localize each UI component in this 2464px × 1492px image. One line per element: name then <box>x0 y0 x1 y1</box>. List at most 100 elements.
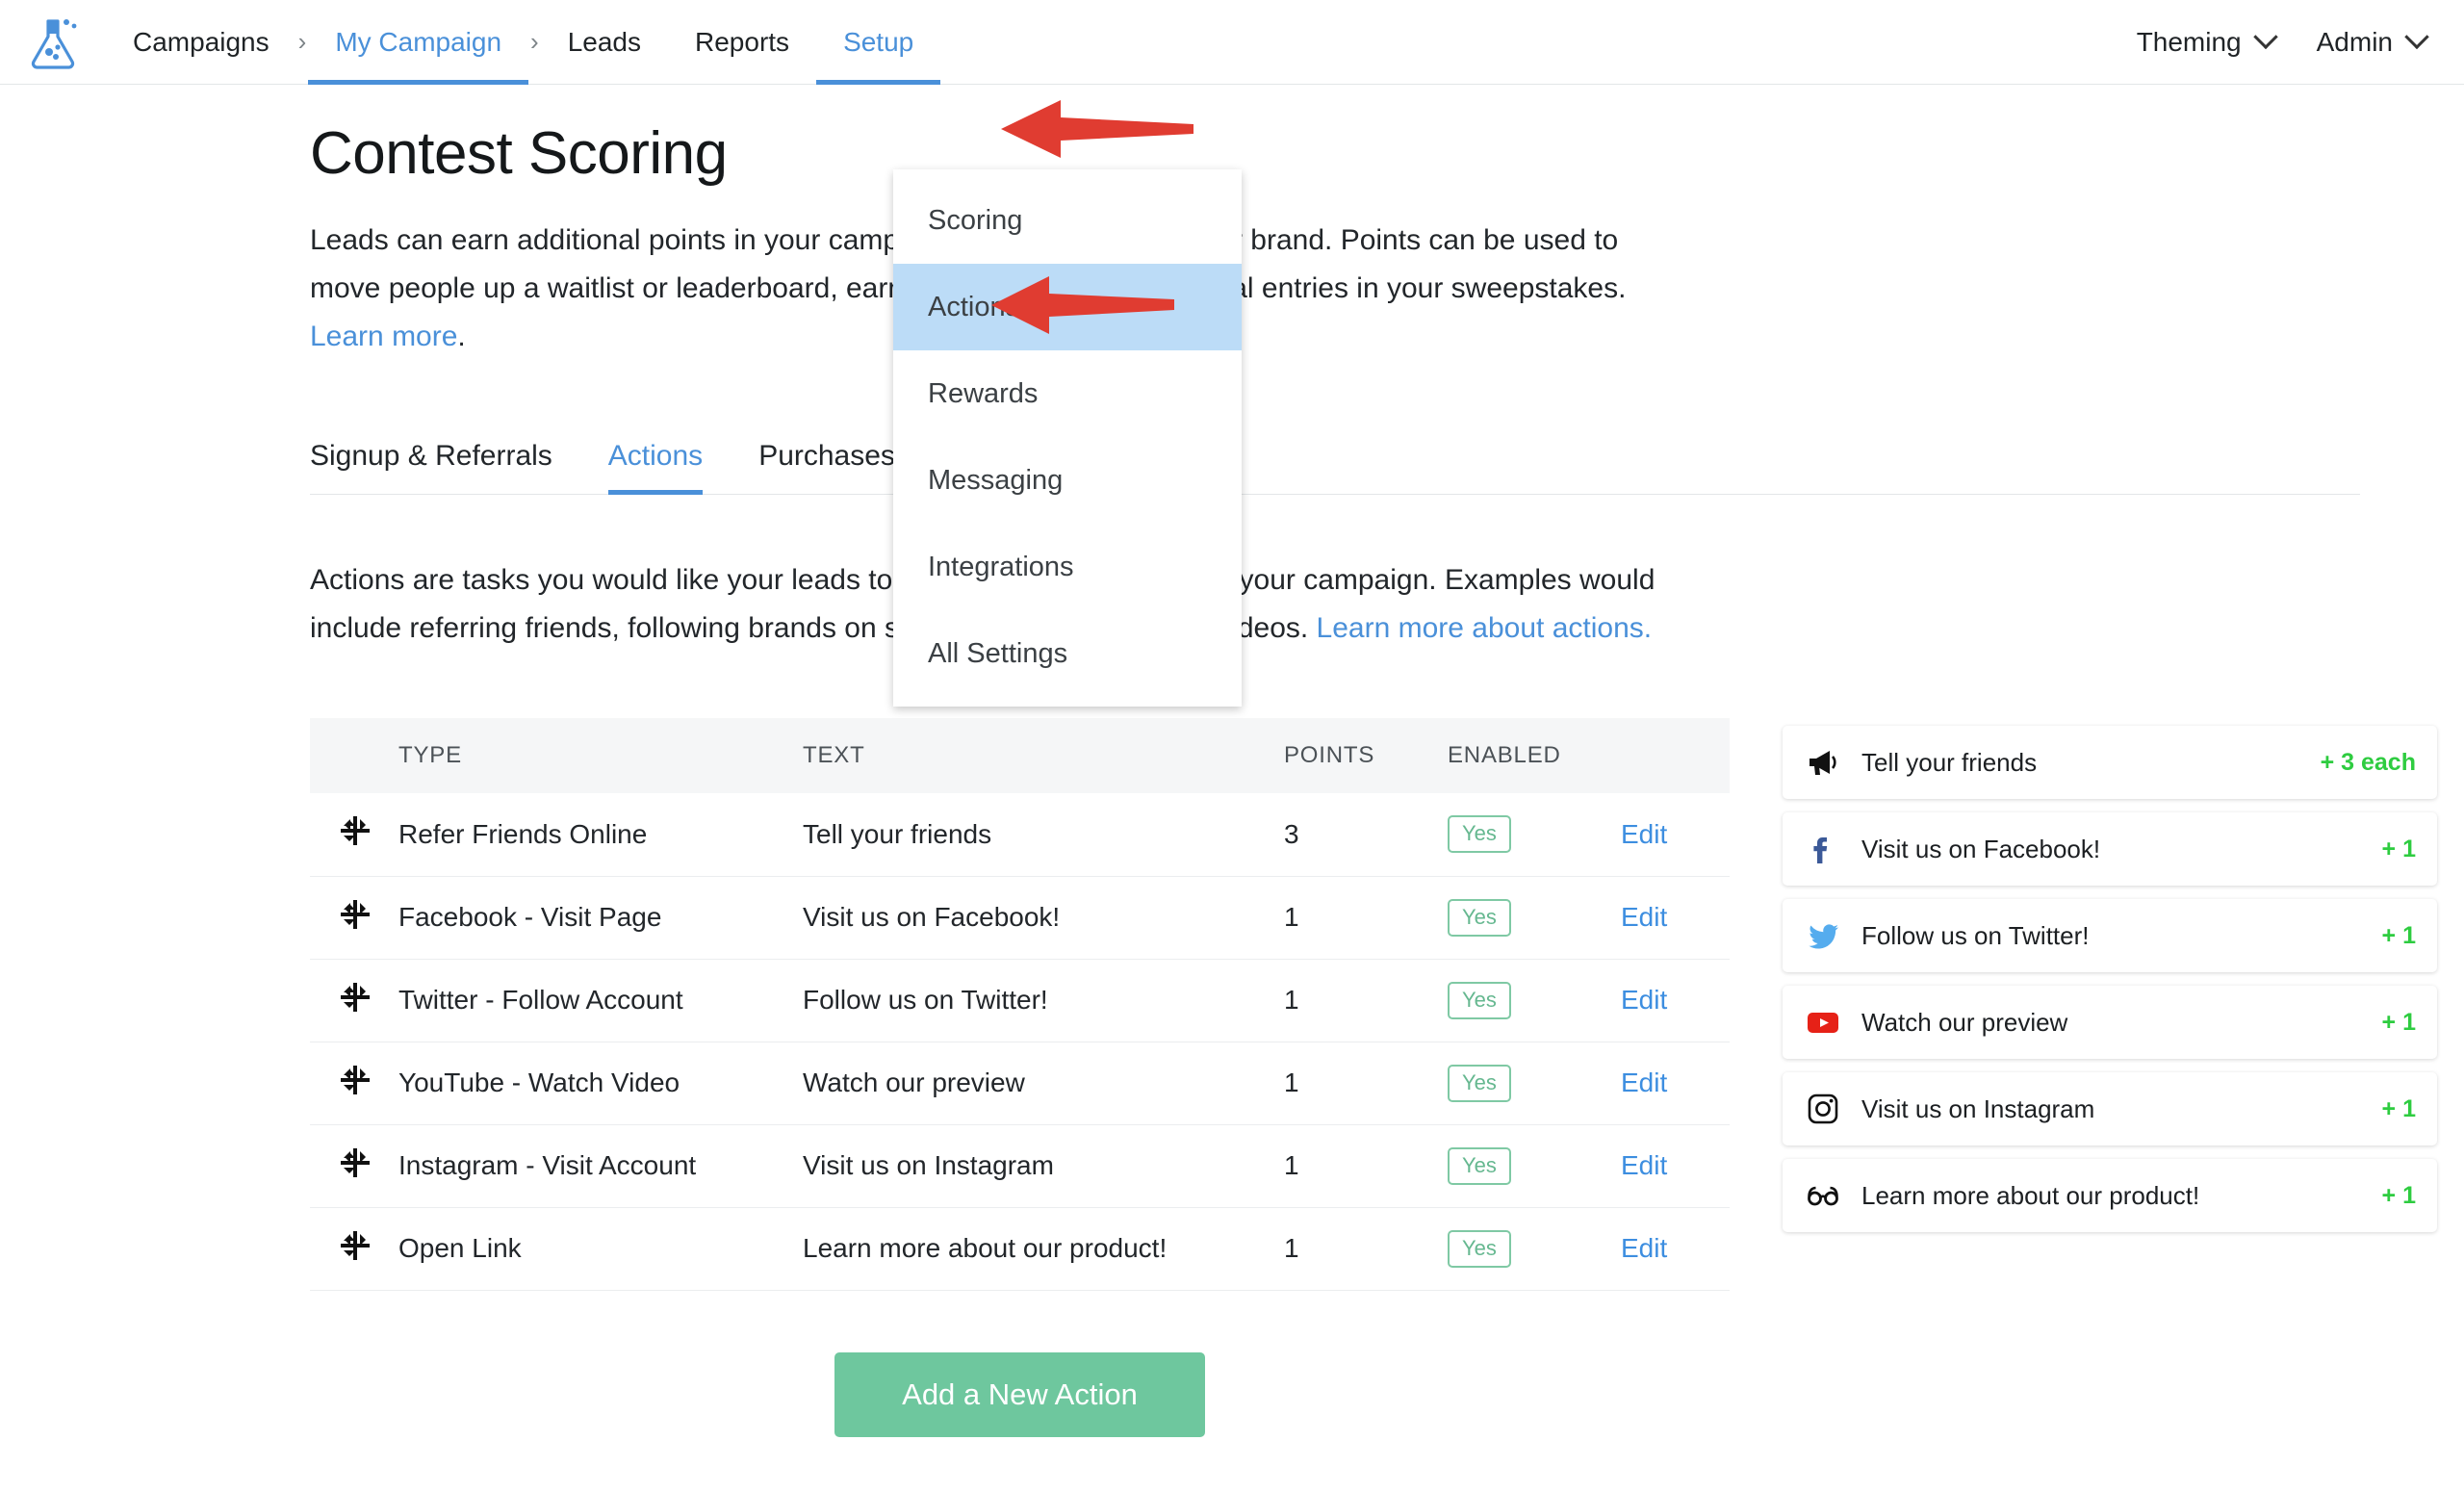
row-edit-cell[interactable]: Edit <box>1621 876 1730 960</box>
row-edit-cell[interactable]: Edit <box>1621 1124 1730 1208</box>
preview-card-icon-wrap <box>1806 1092 1850 1126</box>
nav-leads[interactable]: Leads <box>541 0 668 84</box>
col-actions <box>1621 718 1730 793</box>
row-text-cell: Visit us on Facebook! <box>803 876 1284 960</box>
intro-text-end: . <box>457 321 466 352</box>
row-text-cell: Visit us on Instagram <box>803 1124 1284 1208</box>
primary-nav-items: Campaigns › My Campaign › Leads Reports … <box>106 0 2116 85</box>
preview-card-label: Learn more about our product! <box>1861 1180 2200 1210</box>
nav-my-campaign[interactable]: My Campaign <box>308 0 528 85</box>
row-text-cell: Learn more about our product! <box>803 1207 1284 1291</box>
dropdown-item-actions[interactable]: Actions <box>893 264 1242 350</box>
row-points-cell: 1 <box>1284 959 1448 1042</box>
row-text-cell: Watch our preview <box>803 1042 1284 1125</box>
facebook-icon <box>1813 837 1828 863</box>
preview-card-icon-wrap <box>1806 1178 1850 1213</box>
table-row[interactable]: Open Link Learn more about our product! 1 Y… <box>310 1207 1730 1291</box>
table-row[interactable]: YouTube - Watch Video Watch our preview 1 Y… <box>310 1042 1730 1125</box>
learn-more-about-actions-link[interactable]: Learn more about actions. <box>1317 612 1653 644</box>
nav-campaigns[interactable]: Campaigns <box>106 0 296 84</box>
preview-card[interactable]: Visit us on Instagram + 1 <box>1783 1072 2437 1145</box>
enabled-status-badge: Yes <box>1448 981 1511 1019</box>
nav-reports[interactable]: Reports <box>668 0 816 84</box>
preview-card-points: + 1 <box>2381 1181 2416 1209</box>
enabled-status-badge: Yes <box>1448 815 1511 854</box>
row-type-cell: Twitter - Follow Account <box>398 959 803 1042</box>
table-row[interactable]: Facebook - Visit Page Visit us on Faceboo… <box>310 876 1730 960</box>
dropdown-item-scoring[interactable]: Scoring <box>893 177 1242 264</box>
drag-handle-icon[interactable] <box>341 1065 370 1094</box>
chevron-down-icon <box>2252 24 2278 49</box>
row-points-cell: 1 <box>1284 1124 1448 1208</box>
col-enabled: ENABLED <box>1448 718 1621 793</box>
table-row[interactable]: Twitter - Follow Account Follow us on Twi… <box>310 959 1730 1042</box>
table-row[interactable]: Refer Friends Online Tell your friends 3 Ye… <box>310 793 1730 877</box>
actions-table-column: TYPE TEXT POINTS ENABLED Refer Friends O… <box>310 718 1730 1437</box>
row-edit-cell[interactable]: Edit <box>1621 793 1730 877</box>
app-logo[interactable] <box>0 0 106 84</box>
preview-card-label: Watch our preview <box>1861 1007 2068 1037</box>
nav-admin[interactable]: Admin <box>2296 24 2447 58</box>
edit-action-link[interactable]: Edit <box>1621 1068 1667 1097</box>
edit-action-link[interactable]: Edit <box>1621 985 1667 1015</box>
flask-logo-icon <box>31 18 77 69</box>
preview-card-points: + 1 <box>2381 835 2416 862</box>
preview-card-points: + 1 <box>2381 1008 2416 1036</box>
col-type: TYPE <box>398 718 803 793</box>
edit-action-link[interactable]: Edit <box>1621 902 1667 932</box>
row-drag-handle-cell[interactable] <box>310 959 398 1042</box>
preview-card-label: Visit us on Instagram <box>1861 1093 2095 1123</box>
nav-leads-label: Leads <box>567 26 642 57</box>
instagram-icon <box>1808 1093 1838 1124</box>
preview-card-icon-wrap <box>1806 832 1850 866</box>
dropdown-item-messaging[interactable]: Messaging <box>893 437 1242 524</box>
nav-setup[interactable]: Setup <box>816 0 941 85</box>
nav-theming[interactable]: Theming <box>2116 24 2296 58</box>
tab-signup-referrals[interactable]: Signup & Referrals <box>310 440 552 494</box>
dropdown-item-rewards[interactable]: Rewards <box>893 350 1242 437</box>
table-row[interactable]: Instagram - Visit Account Visit us on Ins… <box>310 1124 1730 1208</box>
row-drag-handle-cell[interactable] <box>310 1124 398 1208</box>
row-enabled-cell: Yes <box>1448 876 1621 960</box>
learn-more-link[interactable]: Learn more <box>310 321 457 352</box>
nav-reports-label: Reports <box>695 26 790 57</box>
tab-purchases[interactable]: Purchases <box>758 440 895 494</box>
dropdown-item-integrations[interactable]: Integrations <box>893 524 1242 610</box>
drag-handle-icon[interactable] <box>341 816 370 846</box>
row-drag-handle-cell[interactable] <box>310 1042 398 1125</box>
drag-handle-icon[interactable] <box>341 982 370 1012</box>
row-points-cell: 1 <box>1284 876 1448 960</box>
table-header-row: TYPE TEXT POINTS ENABLED <box>310 718 1730 793</box>
actions-table-head: TYPE TEXT POINTS ENABLED <box>310 718 1730 793</box>
edit-action-link[interactable]: Edit <box>1621 819 1667 849</box>
preview-card[interactable]: Follow us on Twitter! + 1 <box>1783 899 2437 972</box>
row-edit-cell[interactable]: Edit <box>1621 1207 1730 1291</box>
dropdown-item-all-settings[interactable]: All Settings <box>893 610 1242 697</box>
edit-action-link[interactable]: Edit <box>1621 1233 1667 1263</box>
chevron-down-icon <box>2404 24 2429 49</box>
row-drag-handle-cell[interactable] <box>310 793 398 877</box>
dropdown-item-label: Messaging <box>928 464 1064 496</box>
row-drag-handle-cell[interactable] <box>310 1207 398 1291</box>
row-drag-handle-cell[interactable] <box>310 876 398 960</box>
breadcrumb-chevron-2: › <box>530 27 539 56</box>
row-points-cell: 1 <box>1284 1042 1448 1125</box>
drag-handle-icon[interactable] <box>341 899 370 929</box>
row-edit-cell[interactable]: Edit <box>1621 1042 1730 1125</box>
setup-dropdown-menu: Scoring Actions Rewards Messaging Integratio… <box>893 169 1242 707</box>
row-enabled-cell: Yes <box>1448 959 1621 1042</box>
secondary-nav-items: Theming Admin <box>2116 0 2464 84</box>
add-a-new-action-button[interactable]: Add a New Action <box>834 1351 1205 1437</box>
drag-handle-icon[interactable] <box>341 1147 370 1177</box>
preview-card-label: Follow us on Twitter! <box>1861 920 2090 950</box>
preview-card[interactable]: Learn more about our product! + 1 <box>1783 1159 2437 1232</box>
preview-card[interactable]: Visit us on Facebook! + 1 <box>1783 812 2437 886</box>
preview-card-points: + 1 <box>2381 921 2416 949</box>
drag-handle-icon[interactable] <box>341 1230 370 1260</box>
preview-card[interactable]: Watch our preview + 1 <box>1783 986 2437 1059</box>
edit-action-link[interactable]: Edit <box>1621 1150 1667 1180</box>
tab-actions[interactable]: Actions <box>607 440 704 495</box>
preview-card[interactable]: Tell your friends + 3 each <box>1783 726 2437 799</box>
row-edit-cell[interactable]: Edit <box>1621 959 1730 1042</box>
col-text: TEXT <box>803 718 1284 793</box>
